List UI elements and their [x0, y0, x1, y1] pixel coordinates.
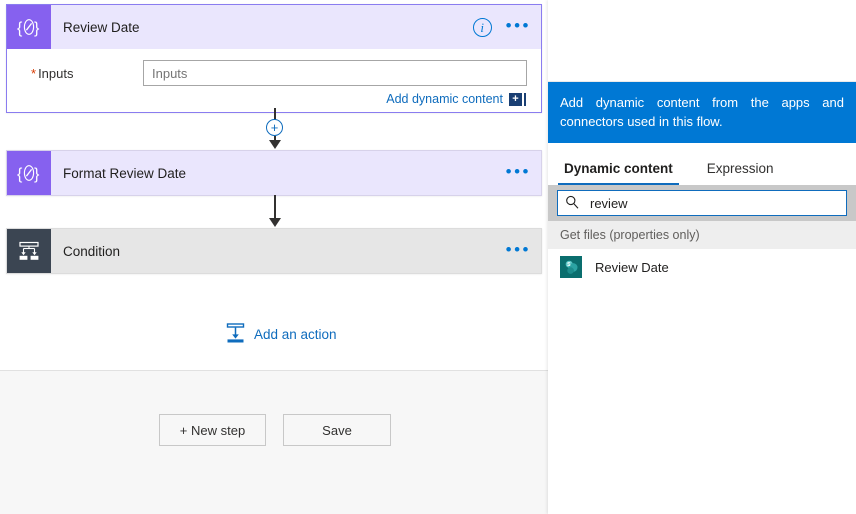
flow-card-review-date[interactable]: { } Review Date i ••• * Inputs Inputs Ad… [6, 4, 542, 113]
required-marker: * [31, 65, 37, 81]
text-cursor-caret [524, 92, 526, 106]
flow-card-body: *Inputs Add dynamic content + [7, 49, 541, 112]
svg-text:}: } [34, 20, 40, 37]
compose-braces-icon: { } [7, 5, 51, 49]
inputs-field-row: * Inputs [21, 60, 527, 86]
sharepoint-icon: S [560, 256, 582, 278]
dynamic-content-callout: Add dynamic content from the apps and co… [548, 82, 856, 143]
dynamic-content-item-label: Review Date [595, 259, 669, 275]
add-an-action-button[interactable]: Add an action [226, 323, 337, 346]
svg-text:S: S [567, 262, 571, 268]
dynamic-content-group-header: Get files (properties only) [548, 221, 856, 249]
flow-steps-area: { } Review Date i ••• * Inputs Inputs Ad… [0, 0, 548, 371]
flow-card-actions: ••• [506, 151, 531, 195]
add-dynamic-content-link[interactable]: Add dynamic content [386, 92, 503, 106]
flow-card-actions: i ••• [472, 5, 531, 49]
connector-arrow-icon [269, 140, 281, 149]
ellipsis-icon[interactable]: ••• [506, 241, 531, 258]
compose-braces-icon: { } [7, 151, 51, 195]
search-input[interactable] [588, 194, 839, 212]
add-an-action-label: Add an action [254, 327, 337, 342]
flow-card-condition[interactable]: Condition ••• [6, 228, 542, 274]
flow-card-header[interactable]: { } Format Review Date ••• [7, 151, 541, 195]
flow-card-header[interactable]: { } Review Date i ••• [7, 5, 541, 49]
ellipsis-icon[interactable]: ••• [506, 163, 531, 180]
add-action-icon [226, 323, 245, 346]
designer-footer-bar [0, 371, 548, 514]
inputs-input[interactable] [143, 60, 527, 86]
info-icon[interactable]: i [472, 17, 492, 37]
search-icon [565, 195, 579, 212]
dynamic-content-panel: Add dynamic content from the apps and co… [548, 0, 856, 514]
flow-card-title: Format Review Date [63, 165, 187, 181]
search-band [548, 185, 856, 221]
svg-text:{: { [17, 20, 23, 37]
flow-designer-canvas: { } Review Date i ••• * Inputs Inputs Ad… [0, 0, 548, 514]
inputs-field-label: * Inputs [21, 66, 143, 81]
flow-card-format-review-date[interactable]: { } Format Review Date ••• [6, 150, 542, 196]
insert-step-plus-button[interactable]: + [266, 119, 283, 136]
tab-expression[interactable]: Expression [701, 161, 780, 185]
search-box[interactable] [557, 190, 847, 216]
tab-dynamic-content[interactable]: Dynamic content [558, 161, 679, 185]
flow-card-title: Review Date [63, 19, 140, 35]
dynamic-content-item-review-date[interactable]: S Review Date [548, 249, 856, 285]
flow-card-title: Condition [63, 243, 121, 259]
connector-arrow-icon [269, 218, 281, 227]
panel-top-area [548, 0, 856, 82]
save-button[interactable]: Save [283, 414, 391, 446]
ellipsis-icon[interactable]: ••• [506, 17, 531, 34]
new-step-button[interactable]: + New step [159, 414, 266, 446]
flow-card-header[interactable]: Condition ••• [7, 229, 541, 273]
add-dynamic-content-plus-button[interactable]: + [509, 92, 522, 106]
svg-text:}: } [34, 166, 40, 183]
svg-text:{: { [17, 166, 23, 183]
callout-text: Add dynamic content from the apps and co… [560, 95, 844, 129]
add-dynamic-content-row[interactable]: Add dynamic content + [21, 92, 527, 106]
condition-branch-icon [7, 229, 51, 273]
panel-tabs: Dynamic content Expression [548, 143, 856, 185]
inputs-label-text: Inputs [38, 65, 74, 81]
flow-card-actions: ••• [506, 229, 531, 273]
